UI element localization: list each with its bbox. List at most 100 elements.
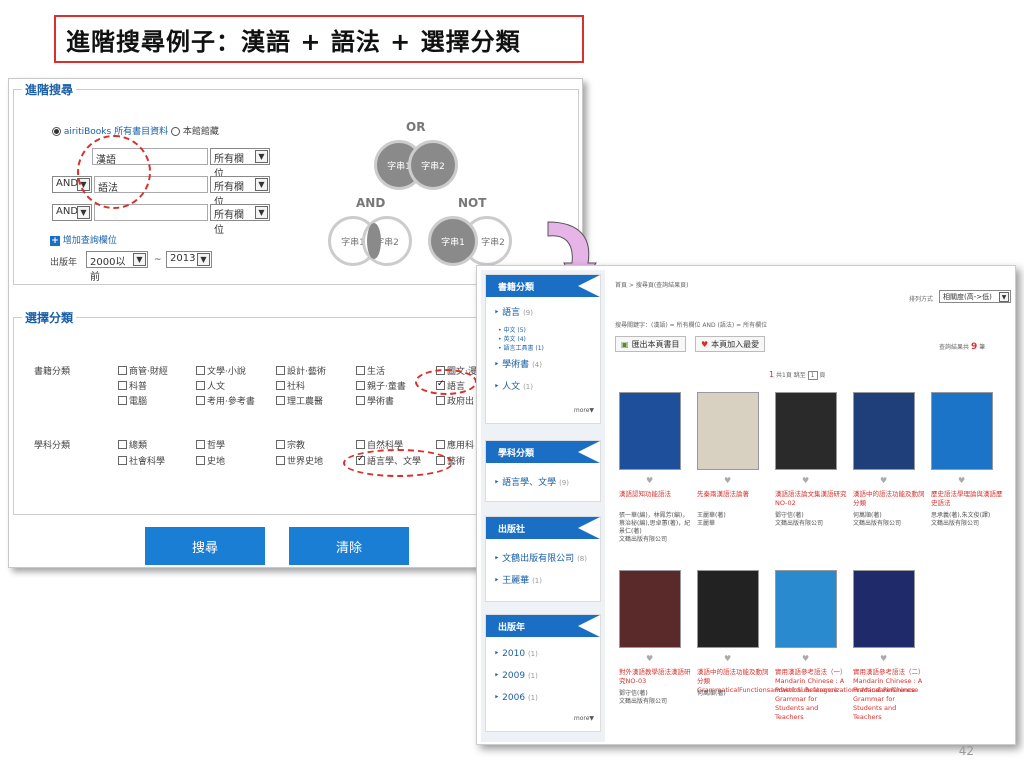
pager-current[interactable]: 1 (769, 370, 774, 379)
heart-icon[interactable]: ♥ (724, 654, 731, 663)
chevron-down-icon: ▼ (197, 253, 210, 266)
clear-button[interactable]: 清除 (289, 527, 409, 565)
book-title[interactable]: 先秦兩漢語法論著 (697, 490, 769, 499)
subject-cat-philosophy[interactable]: 哲學 (196, 438, 225, 451)
book-cat-academic[interactable]: 學術書 (356, 394, 394, 407)
sidebar-item-humanities[interactable]: ‣ 人文 (1) (494, 379, 533, 392)
book-cat-humanities[interactable]: 人文 (196, 379, 225, 392)
checkbox[interactable] (436, 440, 445, 449)
sidebar-item-2006[interactable]: ‣ 2006 (1) (494, 693, 538, 703)
checkbox[interactable] (356, 396, 365, 405)
sidebar-more-link[interactable]: more▼ (574, 715, 594, 722)
sidebar-item-linguistics[interactable]: ‣ 語言學、文學 (9) (494, 475, 569, 488)
checkbox[interactable] (196, 456, 205, 465)
checkbox[interactable] (356, 440, 365, 449)
book-cover[interactable] (931, 392, 993, 470)
checkbox[interactable] (276, 456, 285, 465)
checkbox[interactable] (276, 381, 285, 390)
heart-icon[interactable]: ♥ (802, 476, 809, 485)
book-cover[interactable] (775, 570, 837, 648)
checkbox[interactable] (196, 440, 205, 449)
year-to-select[interactable]: 2013 ▼ (166, 251, 212, 268)
book-title[interactable]: 漢語中的語法功能及動詞分類 (853, 490, 925, 508)
sidebar-item-2009[interactable]: ‣ 2009 (1) (494, 671, 538, 681)
book-title[interactable]: 漢語語法論文集漢語研究NO-02 (775, 490, 847, 508)
cat-label: 宗教 (287, 441, 306, 451)
book-cover[interactable] (619, 570, 681, 648)
checkbox[interactable] (118, 366, 127, 375)
subject-cat-religion[interactable]: 宗教 (276, 438, 305, 451)
book-cover[interactable] (853, 570, 915, 648)
book-cat-science[interactable]: 科普 (118, 379, 147, 392)
book-cover[interactable] (697, 570, 759, 648)
subject-cat-applied[interactable]: 應用科 (436, 438, 474, 451)
checkbox[interactable] (276, 396, 285, 405)
checkbox[interactable] (118, 456, 127, 465)
book-cover[interactable] (697, 392, 759, 470)
heart-icon[interactable]: ♥ (646, 654, 653, 663)
checkbox[interactable] (118, 381, 127, 390)
checkbox[interactable] (196, 381, 205, 390)
checkbox[interactable] (356, 381, 365, 390)
book-cat-life[interactable]: 生活 (356, 364, 385, 377)
checkbox[interactable] (196, 366, 205, 375)
sidebar-item-2010[interactable]: ‣ 2010 (1) (494, 649, 538, 659)
checkbox[interactable] (118, 440, 127, 449)
operator-3-select[interactable]: AND ▼ (52, 204, 92, 221)
search-field-3-select[interactable]: 所有欄位 ▼ (210, 204, 270, 236)
book-title[interactable]: 對外漢語教學語法漢語研究NO-03 (619, 668, 691, 686)
book-cat-children[interactable]: 親子·童書 (356, 379, 406, 392)
heart-icon[interactable]: ♥ (646, 476, 653, 485)
search-field-1-select[interactable]: 所有欄位 ▼ (210, 148, 270, 180)
book-cat-literature[interactable]: 文學·小說 (196, 364, 246, 377)
checkbox[interactable] (356, 366, 365, 375)
heart-icon[interactable]: ♥ (880, 476, 887, 485)
book-cover[interactable] (853, 392, 915, 470)
sidebar-item-academic[interactable]: ‣ 學術書 (4) (494, 357, 542, 370)
sidebar-item-publisher-2[interactable]: ‣ 王麗華 (1) (494, 573, 542, 586)
sort-select[interactable]: 相關度(高->低) ▼ (939, 290, 1011, 303)
book-cat-reference[interactable]: 考用·參考書 (196, 394, 255, 407)
pager-select[interactable]: 1 (807, 371, 818, 380)
search-button[interactable]: 搜尋 (145, 527, 265, 565)
checkbox[interactable] (118, 396, 127, 405)
book-title[interactable]: 實用漢語參考語法（二）Mandarin Chinese : A Practica… (853, 668, 925, 722)
sidebar-item-publisher-1[interactable]: ‣ 文鶴出版有限公司 (8) (494, 551, 587, 564)
book-cover[interactable] (619, 392, 681, 470)
heart-icon[interactable]: ♥ (802, 654, 809, 663)
book-cat-computer[interactable]: 電腦 (118, 394, 147, 407)
book-title[interactable]: 歷史語法學理論與漢語歷史語法 (931, 490, 1003, 508)
scope-radio-all[interactable] (52, 127, 61, 136)
add-field-link[interactable]: + 增加查詢欄位 (50, 233, 117, 246)
heart-icon[interactable]: ♥ (880, 654, 887, 663)
book-title[interactable]: 實用漢語參考語法（一）Mandarin Chinese : A Practica… (775, 668, 847, 722)
book-cat-social[interactable]: 社科 (276, 379, 305, 392)
add-favorite-button[interactable]: ♥ 本頁加入最愛 (695, 336, 766, 352)
sidebar-more-link[interactable]: more▼ (574, 407, 594, 414)
book-cat-business[interactable]: 商管·財經 (118, 364, 168, 377)
checkbox[interactable] (436, 396, 445, 405)
subject-cat-social[interactable]: 社會科學 (118, 454, 165, 467)
checkbox[interactable] (276, 440, 285, 449)
checkbox[interactable] (196, 396, 205, 405)
subject-cat-general[interactable]: 總類 (118, 438, 147, 451)
heart-icon[interactable]: ♥ (724, 476, 731, 485)
sidebar-sub-chinese[interactable]: • 中文 (5) (498, 325, 526, 334)
heart-icon[interactable]: ♥ (958, 476, 965, 485)
book-cat-design[interactable]: 設計·藝術 (276, 364, 326, 377)
year-from-select[interactable]: 2000以前 ▼ (86, 251, 148, 283)
book-title[interactable]: 漢語認知功能語法 (619, 490, 691, 499)
search-field-2-select[interactable]: 所有欄位 ▼ (210, 176, 270, 208)
subject-cat-world-history[interactable]: 世界史地 (276, 454, 323, 467)
book-cat-engineering[interactable]: 理工農醫 (276, 394, 323, 407)
sidebar-sub-tools[interactable]: • 語言工具書 (1) (498, 343, 544, 352)
export-button[interactable]: ▣ 匯出本頁書目 (615, 336, 686, 352)
venn-and-overlap (367, 223, 381, 259)
scope-radio-library[interactable] (170, 127, 180, 136)
checkbox[interactable] (276, 366, 285, 375)
subject-cat-history[interactable]: 史地 (196, 454, 225, 467)
sidebar-item-language[interactable]: ‣ 語言 (9) (494, 305, 533, 318)
sidebar-sub-english[interactable]: • 英文 (4) (498, 334, 526, 343)
book-cat-government[interactable]: 政府出 (436, 394, 474, 407)
book-cover[interactable] (775, 392, 837, 470)
